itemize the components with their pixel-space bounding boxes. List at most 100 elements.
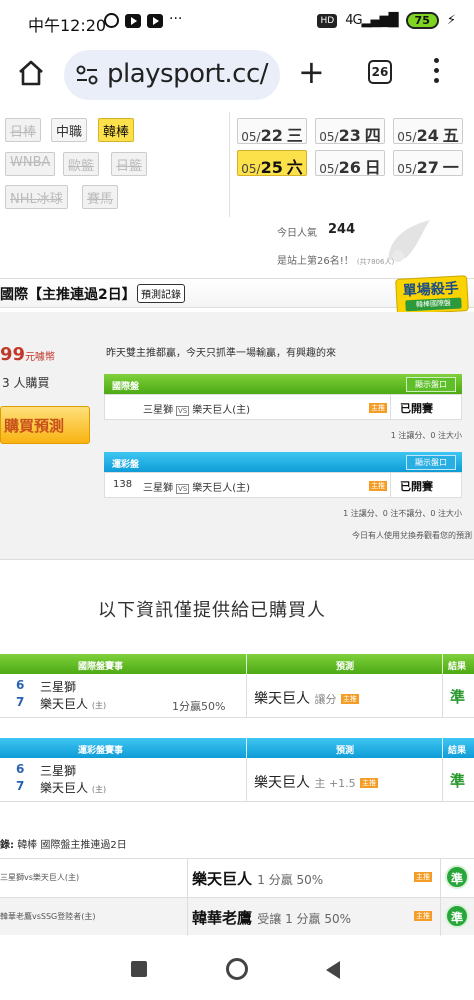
lottery-result-table: 運彩盤賽事 預測 結果 6 7 三星獅 樂天巨人 (主) 樂天巨人 主 +1.5… <box>0 738 474 802</box>
status-time: 中午12:20 <box>28 16 107 35</box>
match-status: 已開賽 <box>400 402 433 415</box>
battery-icon: 75 <box>405 12 439 29</box>
main-pick-tag: 主推 <box>369 403 387 413</box>
date-button-selected[interactable]: 05/25 六 <box>237 150 307 177</box>
back-icon[interactable] <box>326 961 340 979</box>
date-button[interactable]: 05/26 日 <box>315 150 385 177</box>
intl-result-table: 國際盤賽事 預測 結果 6 7 三星獅 樂天巨人 (主) 1分贏50% 樂天巨人… <box>0 654 474 718</box>
sport-horse-racing[interactable]: 賽馬 <box>82 185 119 209</box>
history-pick: 韓華老鷹 受讓 1 分贏 50% <box>192 909 352 927</box>
lottery-market-box: 運彩盤 顯示盤口 138 三星獅 VS 樂天巨人(主) 主推 已開賽 <box>104 452 462 498</box>
tab-switcher-button[interactable]: 26 <box>368 60 392 84</box>
decoration-icon <box>388 220 430 262</box>
game-number: 6 <box>16 678 25 692</box>
result: 準 <box>450 688 466 706</box>
bet-stat: 1 注讓分、0 注不讓分、0 注大小 <box>343 509 462 518</box>
history-title: 錄: 韓棒 國際盤主推連過2日 <box>0 840 127 851</box>
record-button[interactable]: 預測記錄 <box>137 284 185 303</box>
badge-sub: 韓棒國際盤 <box>405 297 462 312</box>
history-row[interactable]: 韓華老鷹vsSSG登陸者(主) 韓華老鷹 受讓 1 分贏 50% 主推 準 <box>0 897 474 936</box>
youtube-icon <box>147 13 163 28</box>
away-team: 三星獅 <box>40 680 77 694</box>
address-bar[interactable]: playsport.cc/ <box>64 50 280 100</box>
sport-kbo[interactable]: 韓棒 <box>98 118 135 142</box>
exchange-note: 今日有人使用兌換券觀看您的預測 <box>352 531 472 540</box>
predictor-header: 國際【主推連過2日】 預測記錄 單場殺手 韓棒國際盤 <box>0 275 474 315</box>
date-button[interactable]: 05/24 五 <box>393 118 463 145</box>
recents-icon[interactable] <box>131 961 147 977</box>
table-row: 6 7 三星獅 樂天巨人 (主) 1分贏50% 樂天巨人 讓分 主推 準 <box>0 674 474 718</box>
intl-market-header: 國際盤 顯示盤口 <box>104 374 462 394</box>
volte-icon: HD <box>317 13 338 28</box>
status-right: HD 4G▂▄▆█ 75 ⚡ <box>317 12 456 29</box>
page-title: 國際【主推連過2日】 <box>0 287 136 303</box>
match-teams: 三星獅 VS 樂天巨人(主) <box>143 483 251 494</box>
main-pick-tag: 主推 <box>414 872 432 882</box>
status-bar: 中午12:20 ··· HD 4G▂▄▆█ 75 ⚡ <box>0 0 474 44</box>
predictor-note: 昨天雙主推都贏，今天只抓準一場輸贏，有興趣的來 <box>106 348 336 359</box>
date-button[interactable]: 05/23 四 <box>315 118 385 145</box>
show-odds-button[interactable]: 顯示盤口 <box>406 377 456 392</box>
signal-icon: 4G▂▄▆█ <box>345 13 398 28</box>
table-header: 國際盤賽事 預測 結果 <box>0 654 474 674</box>
bet-stat: 1 注讓分、0 注大小 <box>390 431 462 440</box>
history-row[interactable]: 三星獅vs樂天巨人(主) 樂天巨人 1 分贏 50% 主推 準 <box>0 858 474 897</box>
sport-cpbl[interactable]: 中職 <box>51 118 88 142</box>
status-icons: ··· <box>104 10 189 28</box>
game-number: 7 <box>16 695 25 709</box>
match-status: 已開賽 <box>400 480 433 493</box>
alarm-icon <box>104 13 119 28</box>
market-row: 138 三星獅 VS 樂天巨人(主) 主推 已開賽 <box>104 472 462 498</box>
table-row: 6 7 三星獅 樂天巨人 (主) 樂天巨人 主 +1.5 主推 準 <box>0 758 474 802</box>
new-tab-icon[interactable]: + <box>298 56 325 88</box>
table-header: 運彩盤賽事 預測 結果 <box>0 738 474 758</box>
show-odds-button[interactable]: 顯示盤口 <box>406 455 456 470</box>
match-teams: 三星獅 VS 樂天巨人(主) <box>143 405 251 416</box>
sport-jp-baseball[interactable]: 日棒 <box>5 118 42 142</box>
handicap-rate: 1分贏50% <box>172 700 226 713</box>
sport-selector: 日棒 中職 韓棒 WNBA 歐籃 日籃 NHL冰球 賽馬 05/22 三 05/… <box>0 112 474 272</box>
result-badge: 準 <box>445 865 469 889</box>
prediction: 樂天巨人 主 +1.5 主推 <box>254 775 379 791</box>
site-settings-icon[interactable] <box>76 65 98 85</box>
sport-nhl[interactable]: NHL冰球 <box>5 185 68 209</box>
result: 準 <box>450 772 466 790</box>
home-team: 樂天巨人 (主) <box>40 781 107 795</box>
sport-wnba[interactable]: WNBA <box>5 152 56 176</box>
date-button[interactable]: 05/27 一 <box>393 150 463 177</box>
date-button[interactable]: 05/22 三 <box>237 118 307 145</box>
market-row: 三星獅 VS 樂天巨人(主) 主推 已開賽 <box>104 394 462 420</box>
home-team: 樂天巨人 (主) <box>40 697 107 711</box>
game-number: 138 <box>113 479 133 490</box>
home-nav-icon[interactable] <box>226 958 248 980</box>
killer-badge: 單場殺手 韓棒國際盤 <box>395 275 469 315</box>
history-teams: 韓華老鷹vsSSG登陸者(主) <box>0 912 96 921</box>
sport-jp-basketball[interactable]: 日籃 <box>111 152 148 176</box>
charging-icon: ⚡ <box>446 13 456 28</box>
lottery-market-header: 運彩盤 顯示盤口 <box>104 452 462 472</box>
divider <box>390 395 391 419</box>
divider <box>229 112 230 217</box>
prediction-panel: 99元噱幣 3 人購買 購買預測 昨天雙主推都贏，今天只抓準一場輸贏，有興趣的來… <box>0 312 474 560</box>
home-icon[interactable] <box>16 58 46 88</box>
sport-euro-basketball[interactable]: 歐籃 <box>63 152 100 176</box>
divider <box>390 473 391 497</box>
price: 99元噱幣 <box>0 344 56 365</box>
prediction: 樂天巨人 讓分 主推 <box>254 691 359 707</box>
history-pick: 樂天巨人 1 分贏 50% <box>192 870 324 888</box>
menu-icon[interactable] <box>432 58 440 88</box>
result-badge: 準 <box>445 904 469 928</box>
intl-market-box: 國際盤 顯示盤口 三星獅 VS 樂天巨人(主) 主推 已開賽 <box>104 374 462 420</box>
browser-toolbar: playsport.cc/ + 26 <box>0 44 474 106</box>
popularity-count: 244 <box>328 222 356 237</box>
popularity-label: 今日人氣 <box>277 228 317 239</box>
more-dots-icon: ··· <box>169 10 183 27</box>
buy-prediction-button[interactable]: 購買預測 <box>0 406 90 444</box>
history-teams: 三星獅vs樂天巨人(主) <box>0 873 80 882</box>
url-text: playsport.cc/ <box>107 59 269 89</box>
buyer-count: 3 人購買 <box>2 376 50 390</box>
main-pick-tag: 主推 <box>414 911 432 921</box>
rank-text: 是站上第26名!！ (共7806人) <box>277 256 395 267</box>
away-team: 三星獅 <box>40 764 77 778</box>
game-number: 7 <box>16 779 25 793</box>
